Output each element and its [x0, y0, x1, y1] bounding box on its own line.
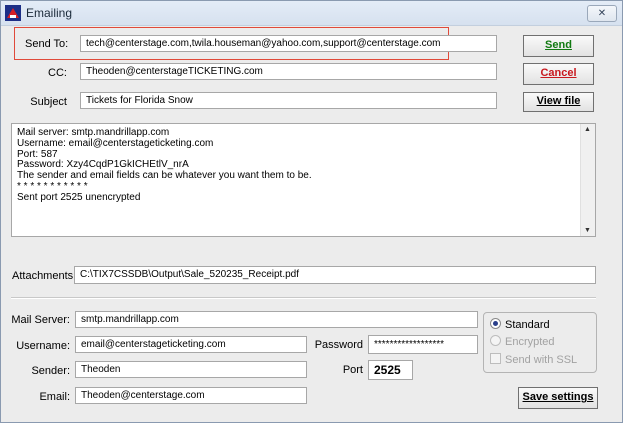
window-title: Emailing: [26, 6, 73, 20]
port-label: Port: [342, 364, 363, 376]
username-field[interactable]: email@centerstageticketing.com: [75, 336, 307, 353]
emailing-window: Emailing ✕ Send To: tech@centerstage.com…: [0, 0, 623, 423]
send-button[interactable]: Send: [523, 35, 594, 57]
mail-server-field[interactable]: smtp.mandrillapp.com: [75, 311, 478, 328]
password-field[interactable]: ******************: [368, 335, 478, 354]
ssl-option: Send with SSL: [490, 353, 577, 366]
subject-label: Subject: [30, 96, 67, 108]
encrypted-option: Encrypted: [490, 335, 555, 348]
radio-selected-icon: [490, 318, 501, 329]
section-divider: [11, 297, 596, 299]
cancel-button[interactable]: Cancel: [523, 63, 594, 85]
attachments-field[interactable]: C:\TIX7CSSDB\Output\Sale_520235_Receipt.…: [74, 266, 596, 284]
email-label: Email:: [39, 391, 70, 403]
subject-field[interactable]: Tickets for Florida Snow: [80, 92, 497, 109]
sender-label: Sender:: [31, 365, 70, 377]
scroll-up-icon[interactable]: ▲: [584, 126, 591, 133]
ssl-label: Send with SSL: [505, 354, 578, 366]
message-body[interactable]: Mail server: smtp.mandrillapp.com Userna…: [11, 123, 596, 237]
sender-field[interactable]: Theoden: [75, 361, 307, 378]
encrypted-label: Encrypted: [505, 336, 555, 348]
save-settings-button[interactable]: Save settings: [518, 387, 598, 409]
radio-icon: [490, 335, 501, 346]
port-field[interactable]: 2525: [368, 360, 413, 380]
cc-label: CC:: [48, 67, 67, 79]
mail-server-label: Mail Server:: [11, 314, 70, 326]
checkbox-icon: [490, 353, 501, 364]
message-body-text: Mail server: smtp.mandrillapp.com Userna…: [17, 127, 312, 203]
scroll-down-icon[interactable]: ▼: [584, 227, 591, 234]
username-label: Username:: [16, 340, 70, 352]
password-label: Password: [314, 339, 363, 351]
body-scrollbar[interactable]: ▲ ▼: [580, 124, 595, 236]
view-file-button[interactable]: View file: [523, 92, 594, 112]
standard-label: Standard: [505, 319, 550, 331]
app-icon: [5, 5, 21, 21]
attachments-label: Attachments: [12, 270, 74, 282]
close-icon: ✕: [597, 8, 607, 19]
email-field[interactable]: Theoden@centerstage.com: [75, 387, 307, 404]
title-bar: Emailing ✕: [1, 1, 622, 26]
send-to-field[interactable]: tech@centerstage.com,twila.houseman@yaho…: [80, 35, 497, 52]
security-options-group: Standard Encrypted Send with SSL: [483, 312, 597, 373]
close-button[interactable]: ✕: [587, 5, 617, 22]
standard-option[interactable]: Standard: [490, 318, 550, 331]
send-to-label: Send To:: [25, 38, 69, 50]
cc-field[interactable]: Theoden@centerstageTICKETING.com: [80, 63, 497, 80]
